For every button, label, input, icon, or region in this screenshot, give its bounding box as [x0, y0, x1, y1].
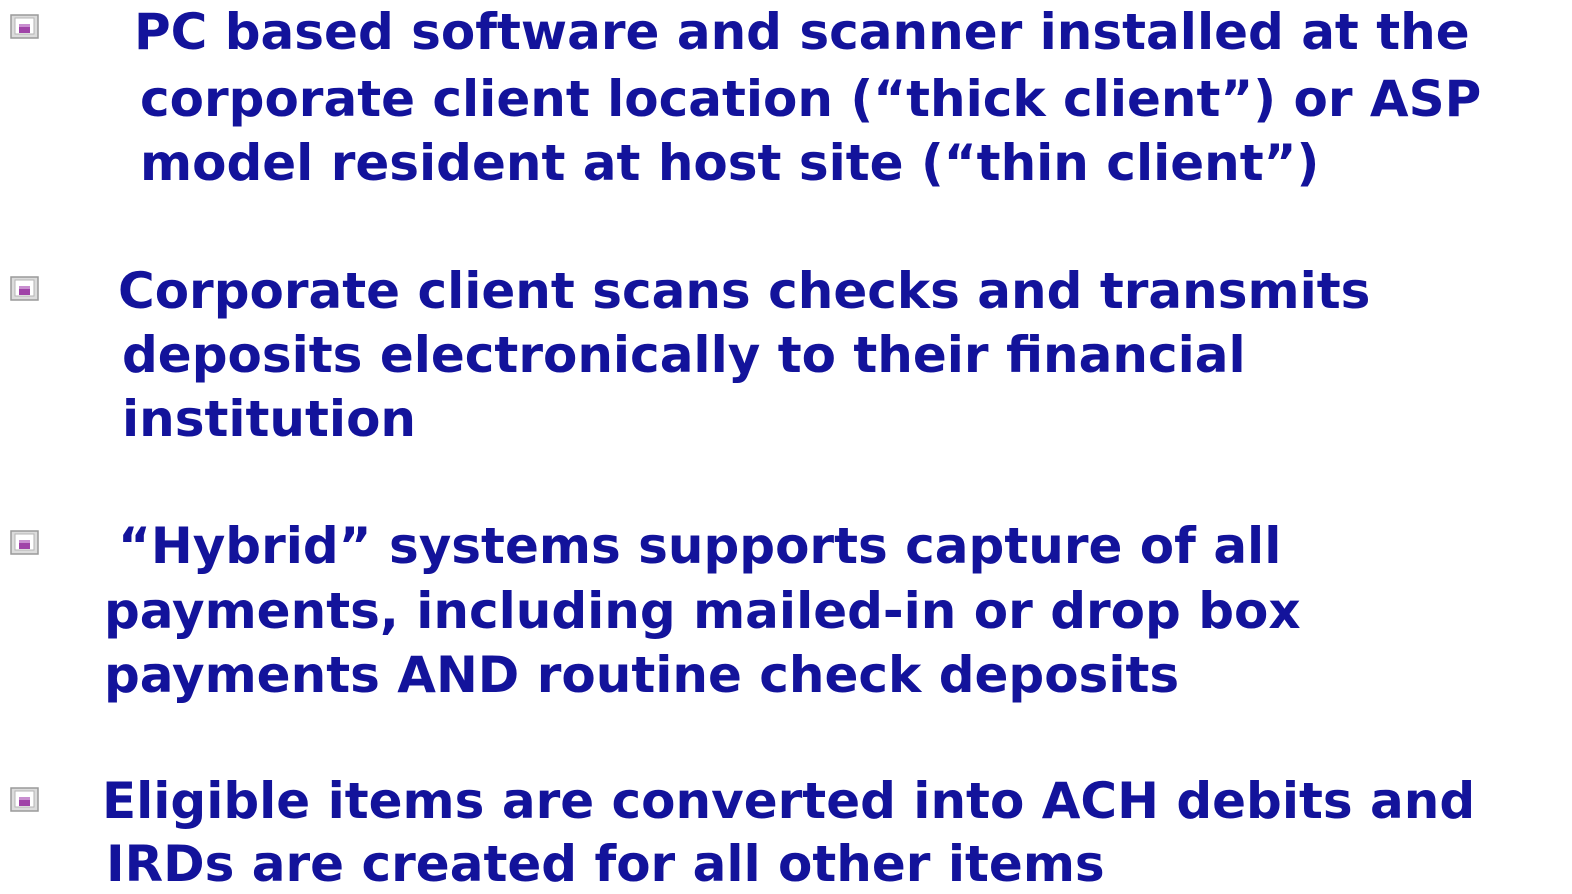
bullet-icon [10, 14, 40, 40]
bullet-icon [10, 787, 40, 813]
bullet-1-line-2: corporate client location (“thick client… [140, 70, 1482, 128]
bullet-2-line-3: institution [122, 390, 417, 448]
bullet-3-line-2: payments, including mailed-in or drop bo… [104, 582, 1301, 640]
bullet-4-line-2: IRDs are created for all other items [106, 835, 1105, 893]
bullet-icon [10, 276, 40, 302]
bullet-2-line-2: deposits electronically to their financi… [122, 326, 1246, 384]
bullet-1-line-1: PC based software and scanner installed … [134, 3, 1470, 61]
bullet-2-line-1: Corporate client scans checks and transm… [118, 262, 1371, 320]
bullet-4-line-1: Eligible items are converted into ACH de… [102, 772, 1476, 830]
bullet-1-line-3: model resident at host site (“thin clien… [140, 134, 1320, 192]
bullet-3-line-3: payments AND routine check deposits [104, 646, 1180, 704]
bullet-icon [10, 530, 40, 556]
bullet-3-line-1: “Hybrid” systems supports capture of all [118, 517, 1282, 575]
